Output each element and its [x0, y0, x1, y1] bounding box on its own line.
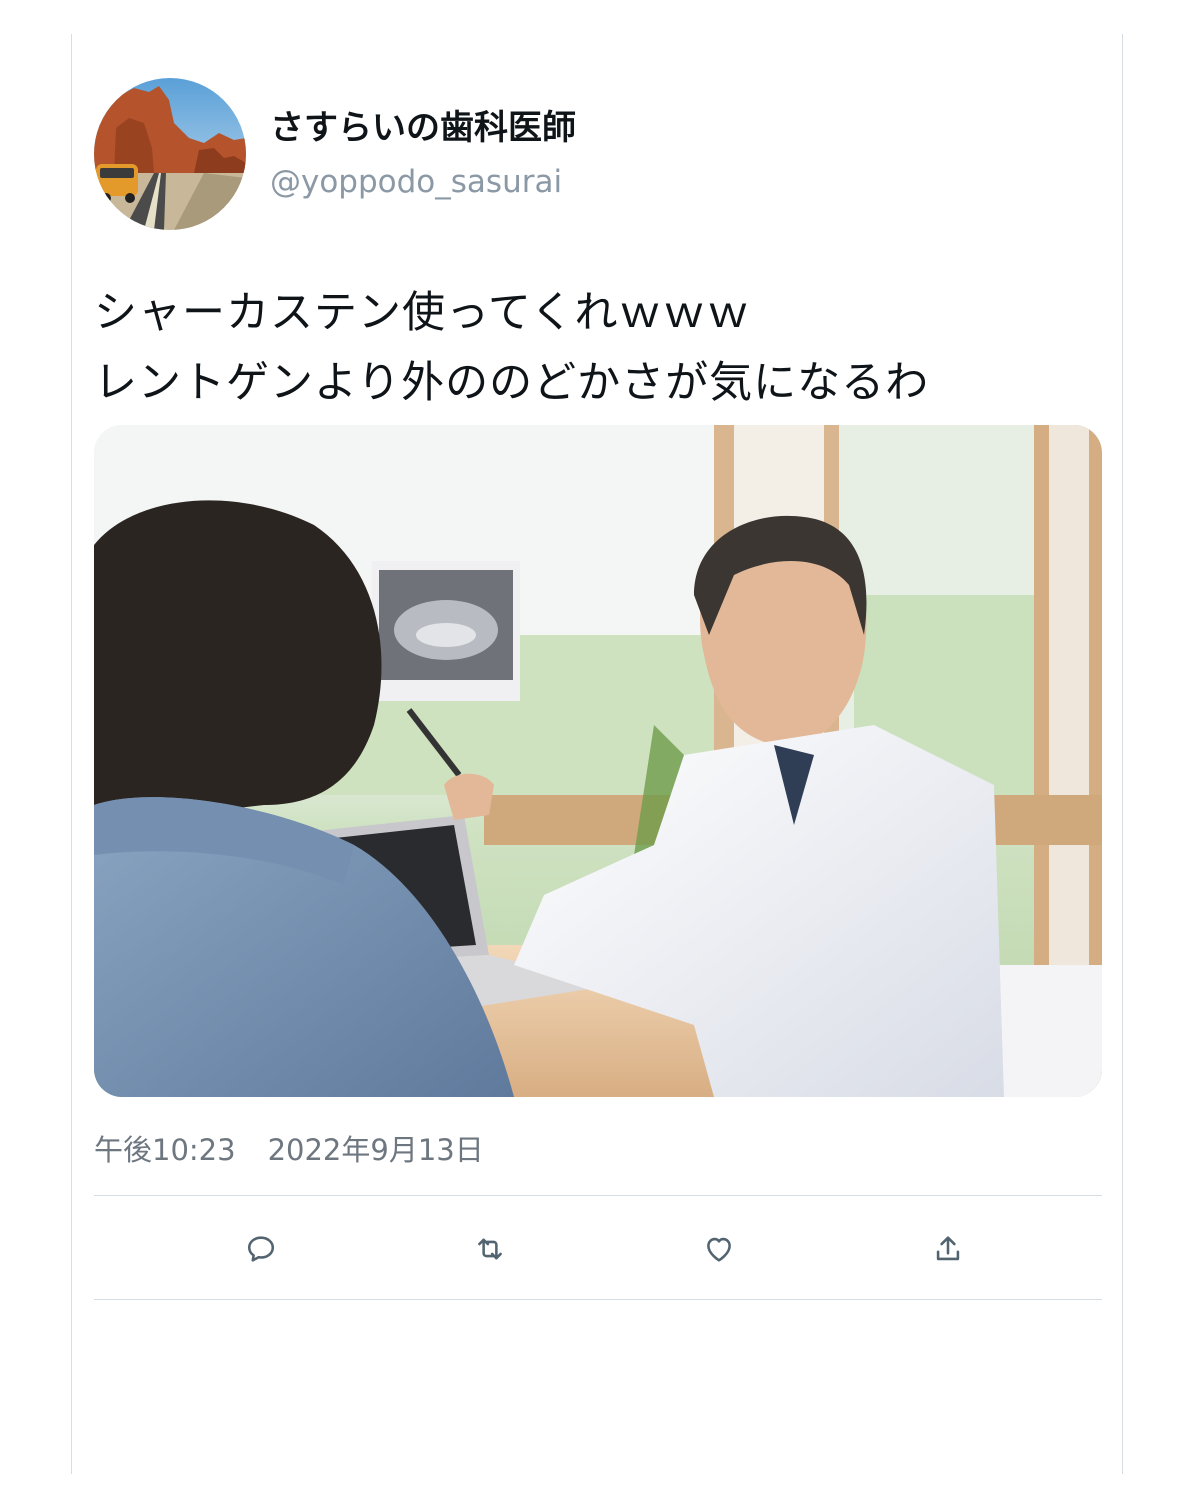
reply-button[interactable]: [239, 1227, 283, 1271]
tweet-timestamp[interactable]: 午後10:23 2022年9月13日: [94, 1130, 484, 1170]
display-name[interactable]: さすらいの歯科医師: [270, 105, 576, 151]
photo-dentist-showing-xray: [94, 425, 1102, 1097]
tweet-photo[interactable]: [94, 425, 1102, 1097]
tweet-card: さすらいの歯科医師 @yoppodo_sasurai シャーカステン使ってくれｗ…: [71, 34, 1123, 1474]
avatar[interactable]: [94, 78, 246, 230]
tweet-time: 午後10:23: [94, 1133, 236, 1167]
share-button[interactable]: [926, 1227, 970, 1271]
tweet-text-line: シャーカステン使ってくれｗｗｗ: [94, 288, 751, 338]
tweet-text: シャーカステン使ってくれｗｗｗ レントゲンより外ののどかさが気になるわ: [94, 278, 1104, 418]
avatar-image: [94, 78, 246, 230]
tweet-date: 2022年9月13日: [267, 1133, 484, 1167]
divider-top: [94, 1195, 1102, 1196]
like-button[interactable]: [697, 1227, 741, 1271]
user-names: さすらいの歯科医師 @yoppodo_sasurai: [270, 105, 576, 203]
retweet-button[interactable]: [468, 1227, 512, 1271]
retweet-icon: [478, 1238, 502, 1260]
heart-icon: [707, 1237, 731, 1262]
tweet-header: さすらいの歯科医師 @yoppodo_sasurai: [94, 78, 576, 230]
reply-icon: [247, 1236, 275, 1262]
divider-bottom: [94, 1299, 1102, 1300]
tweet-actions: [94, 1197, 1102, 1299]
share-icon: [936, 1236, 960, 1261]
tweet-text-line: レントゲンより外ののどかさが気になるわ: [94, 358, 930, 408]
user-handle[interactable]: @yoppodo_sasurai: [270, 161, 576, 203]
